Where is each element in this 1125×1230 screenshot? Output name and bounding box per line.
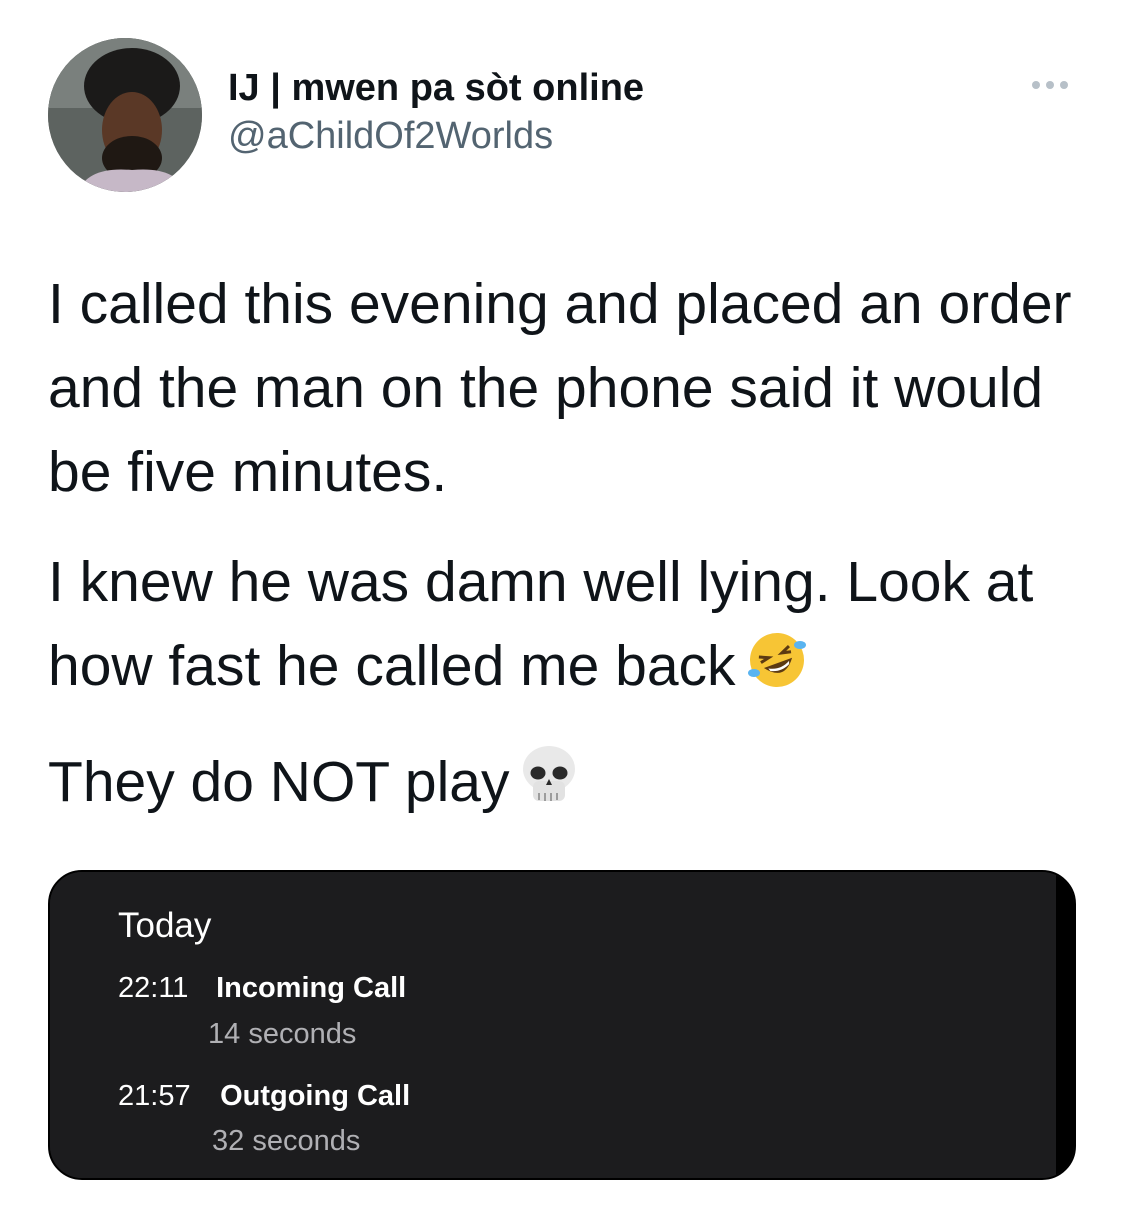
tweet-paragraph: They do NOT play	[48, 740, 1088, 830]
call-type: Incoming Call	[216, 972, 407, 1004]
author-names: IJ | mwen pa sòt online @aChildOf2Worlds	[228, 64, 644, 160]
user-handle[interactable]: @aChildOf2Worlds	[228, 112, 644, 160]
image-edge	[1056, 872, 1074, 1178]
display-name[interactable]: IJ | mwen pa sòt online	[228, 64, 644, 112]
tweet: IJ | mwen pa sòt online @aChildOf2Worlds…	[0, 0, 1125, 1230]
more-options-icon[interactable]	[1028, 74, 1072, 94]
call-type: Outgoing Call	[220, 1080, 411, 1112]
avatar-image	[48, 38, 202, 192]
call-log-title: Today	[118, 906, 212, 945]
call-log-entry: 22:11 Incoming Call	[118, 972, 406, 1005]
call-duration: 14 seconds	[208, 1018, 357, 1050]
skull-emoji	[519, 743, 579, 830]
avatar[interactable]	[48, 38, 202, 192]
tweet-paragraph: I called this evening and placed an orde…	[48, 272, 1072, 504]
call-time: 21:57	[118, 1080, 191, 1112]
tweet-header: IJ | mwen pa sòt online @aChildOf2Worlds	[48, 38, 1078, 192]
tweet-text: I called this evening and placed an orde…	[48, 262, 1088, 856]
call-time: 22:11	[118, 972, 189, 1004]
call-log-entry: 21:57 Outgoing Call	[118, 1080, 410, 1113]
tweet-paragraph: I knew he was damn well lying. Look at h…	[48, 540, 1088, 714]
rolling-on-floor-laughing-emoji	[746, 629, 808, 714]
attached-image[interactable]: Today 22:11 Incoming Call 14 seconds 21:…	[48, 870, 1076, 1180]
call-duration: 32 seconds	[212, 1125, 361, 1157]
call-log-screenshot: Today 22:11 Incoming Call 14 seconds 21:…	[50, 872, 1060, 1178]
